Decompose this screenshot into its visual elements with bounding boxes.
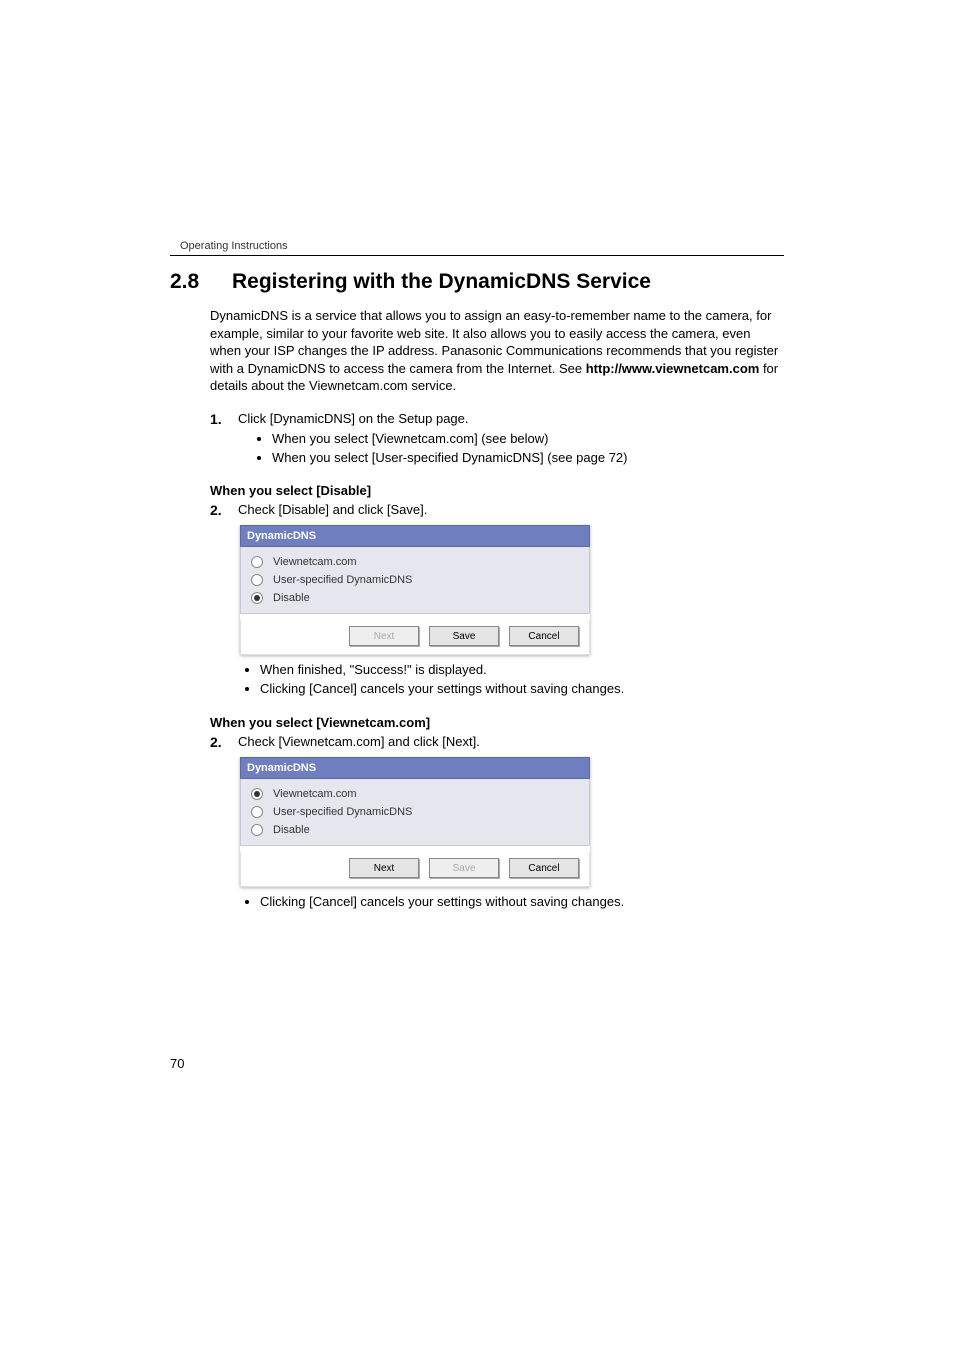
cancel-button[interactable]: Cancel xyxy=(509,626,579,646)
header-rule xyxy=(170,255,784,256)
step-1-text: Click [DynamicDNS] on the Setup page. xyxy=(238,411,469,426)
viewnetcam-step-text: Check [Viewnetcam.com] and click [Next]. xyxy=(238,734,480,749)
step-1-num: 1. xyxy=(210,411,222,427)
panel-body: Viewnetcam.com User-specified DynamicDNS… xyxy=(240,779,590,846)
radio-row-disable[interactable]: Disable xyxy=(249,821,581,839)
panel-button-row: Next Save Cancel xyxy=(240,620,590,655)
save-button[interactable]: Save xyxy=(429,626,499,646)
panel-button-row: Next Save Cancel xyxy=(240,852,590,887)
radio-label: Viewnetcam.com xyxy=(273,788,357,800)
radio-label: User-specified DynamicDNS xyxy=(273,574,412,586)
radio-icon xyxy=(251,574,263,586)
intro-link: http://www.viewnetcam.com xyxy=(586,361,760,376)
next-button: Next xyxy=(349,626,419,646)
after-viewnetcam-bullet-1: Clicking [Cancel] cancels your settings … xyxy=(260,893,784,912)
disable-step-2: 2. Check [Disable] and click [Save]. xyxy=(210,502,784,517)
next-button[interactable]: Next xyxy=(349,858,419,878)
radio-label: Disable xyxy=(273,592,310,604)
radio-icon xyxy=(251,788,263,800)
after-disable-bullet-1: When finished, "Success!" is displayed. xyxy=(260,661,784,680)
panel-titlebar: DynamicDNS xyxy=(240,757,590,779)
radio-label: Disable xyxy=(273,824,310,836)
radio-icon xyxy=(251,806,263,818)
panel-body: Viewnetcam.com User-specified DynamicDNS… xyxy=(240,547,590,614)
radio-icon xyxy=(251,824,263,836)
step-1-bullet-2: When you select [User-specified DynamicD… xyxy=(272,449,784,468)
after-disable-bullet-2: Clicking [Cancel] cancels your settings … xyxy=(260,680,784,699)
disable-subheading: When you select [Disable] xyxy=(210,483,784,498)
radio-row-disable[interactable]: Disable xyxy=(249,589,581,607)
radio-label: User-specified DynamicDNS xyxy=(273,806,412,818)
radio-row-userspec[interactable]: User-specified DynamicDNS xyxy=(249,803,581,821)
radio-row-userspec[interactable]: User-specified DynamicDNS xyxy=(249,571,581,589)
viewnetcam-subheading: When you select [Viewnetcam.com] xyxy=(210,715,784,730)
running-header: Operating Instructions xyxy=(170,240,784,252)
intro-paragraph: DynamicDNS is a service that allows you … xyxy=(210,307,784,395)
radio-icon xyxy=(251,592,263,604)
radio-row-viewnetcam[interactable]: Viewnetcam.com xyxy=(249,553,581,571)
step-1-bullet-1: When you select [Viewnetcam.com] (see be… xyxy=(272,430,784,449)
radio-icon xyxy=(251,556,263,568)
radio-row-viewnetcam[interactable]: Viewnetcam.com xyxy=(249,785,581,803)
panel-titlebar: DynamicDNS xyxy=(240,525,590,547)
radio-label: Viewnetcam.com xyxy=(273,556,357,568)
viewnetcam-step-2: 2. Check [Viewnetcam.com] and click [Nex… xyxy=(210,734,784,749)
disable-step-num: 2. xyxy=(210,502,222,518)
viewnetcam-step-num: 2. xyxy=(210,734,222,750)
disable-step-text: Check [Disable] and click [Save]. xyxy=(238,502,427,517)
step-1: 1. Click [DynamicDNS] on the Setup page.… xyxy=(210,411,784,468)
section-title-text: Registering with the DynamicDNS Service xyxy=(232,270,651,294)
section-title: 2.8 Registering with the DynamicDNS Serv… xyxy=(170,270,784,294)
save-button: Save xyxy=(429,858,499,878)
dynamicdns-panel-viewnetcam: DynamicDNS Viewnetcam.com User-specified… xyxy=(240,757,590,887)
cancel-button[interactable]: Cancel xyxy=(509,858,579,878)
dynamicdns-panel-disable: DynamicDNS Viewnetcam.com User-specified… xyxy=(240,525,590,655)
page-number: 70 xyxy=(170,1056,184,1071)
section-number: 2.8 xyxy=(170,270,232,294)
